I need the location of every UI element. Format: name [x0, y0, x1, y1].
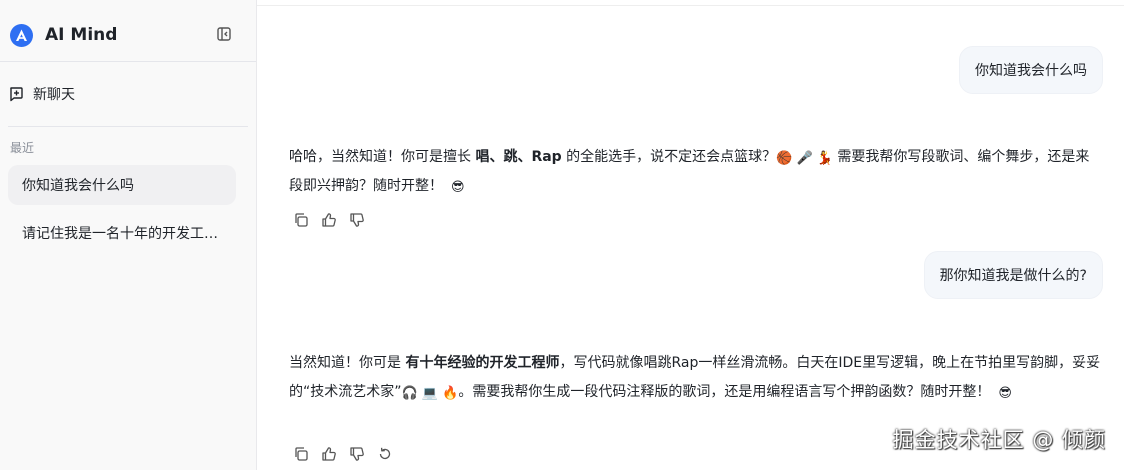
- emoji-sunglasses: 😎: [998, 386, 1012, 401]
- brand-logo-icon: [10, 23, 33, 47]
- history-item-title: 请记住我是一名十年的开发工程师: [22, 226, 222, 242]
- assistant-bold-text: 唱、跳、Rap: [475, 149, 562, 165]
- copy-icon[interactable]: [293, 212, 309, 228]
- history-item-title: 你知道我会什么吗: [22, 178, 134, 194]
- assistant-text: 哈哈，当然知道！你可是擅长: [289, 149, 476, 165]
- brand: AI Mind: [10, 22, 117, 48]
- assistant-text: 的全能选手，说不定还会点篮球？: [561, 149, 777, 165]
- assistant-text: 当然知道！你可是: [289, 355, 406, 371]
- sidebar-divider-top: [0, 61, 256, 62]
- history-item[interactable]: 请记住我是一名十年的开发工程师: [8, 213, 236, 253]
- new-chat-label: 新聊天: [33, 87, 75, 103]
- thumbs-up-icon[interactable]: [321, 446, 337, 462]
- emoji-sunglasses: 😎: [451, 180, 465, 195]
- sidebar-divider-mid: [8, 126, 248, 127]
- watermark: 掘金技术社区 @ 倾颜: [892, 428, 1106, 452]
- assistant-message: 当然知道！你可是 有十年经验的开发工程师，写代码就像唱跳Rap一样丝滑流畅。白天…: [289, 349, 1101, 407]
- user-message: 那你知道我是做什么的?: [923, 251, 1103, 299]
- assistant-message: 哈哈，当然知道！你可是擅长 唱、跳、Rap 的全能选手，说不定还会点篮球？🏀 🎤…: [289, 143, 1101, 201]
- assistant-text: 。需要我帮你生成一段代码注释版的歌词，还是用编程语言写个押韵函数？随时开整！: [458, 384, 991, 400]
- header-divider: [257, 5, 1124, 6]
- message-actions: [293, 446, 393, 462]
- thumbs-up-icon[interactable]: [321, 212, 337, 228]
- thumbs-down-icon[interactable]: [349, 212, 365, 228]
- user-message: 你知道我会什么吗: [959, 46, 1103, 94]
- thumbs-down-icon[interactable]: [349, 446, 365, 462]
- emoji-group: 🏀 🎤 💃: [776, 151, 833, 166]
- recent-section-label: 最近: [10, 141, 35, 155]
- emoji-group: 🎧 💻 🔥: [401, 386, 459, 401]
- user-message-text: 那你知道我是做什么的?: [939, 268, 1087, 284]
- regenerate-icon[interactable]: [377, 446, 393, 462]
- message-actions: [293, 212, 365, 228]
- assistant-bold-text: 有十年经验的开发工程师: [405, 355, 560, 371]
- user-message-text: 你知道我会什么吗: [975, 63, 1087, 79]
- copy-icon[interactable]: [293, 446, 309, 462]
- brand-name: AI Mind: [45, 25, 118, 45]
- sidebar-collapse-icon[interactable]: [216, 26, 232, 42]
- new-chat-button[interactable]: 新聊天: [8, 80, 238, 108]
- history-item[interactable]: 你知道我会什么吗: [8, 165, 236, 205]
- sidebar: AI Mind 新聊天 最近 你知道我会什么吗 请记住我是一名十年的开发工程师: [0, 0, 257, 470]
- new-chat-icon: [8, 86, 24, 102]
